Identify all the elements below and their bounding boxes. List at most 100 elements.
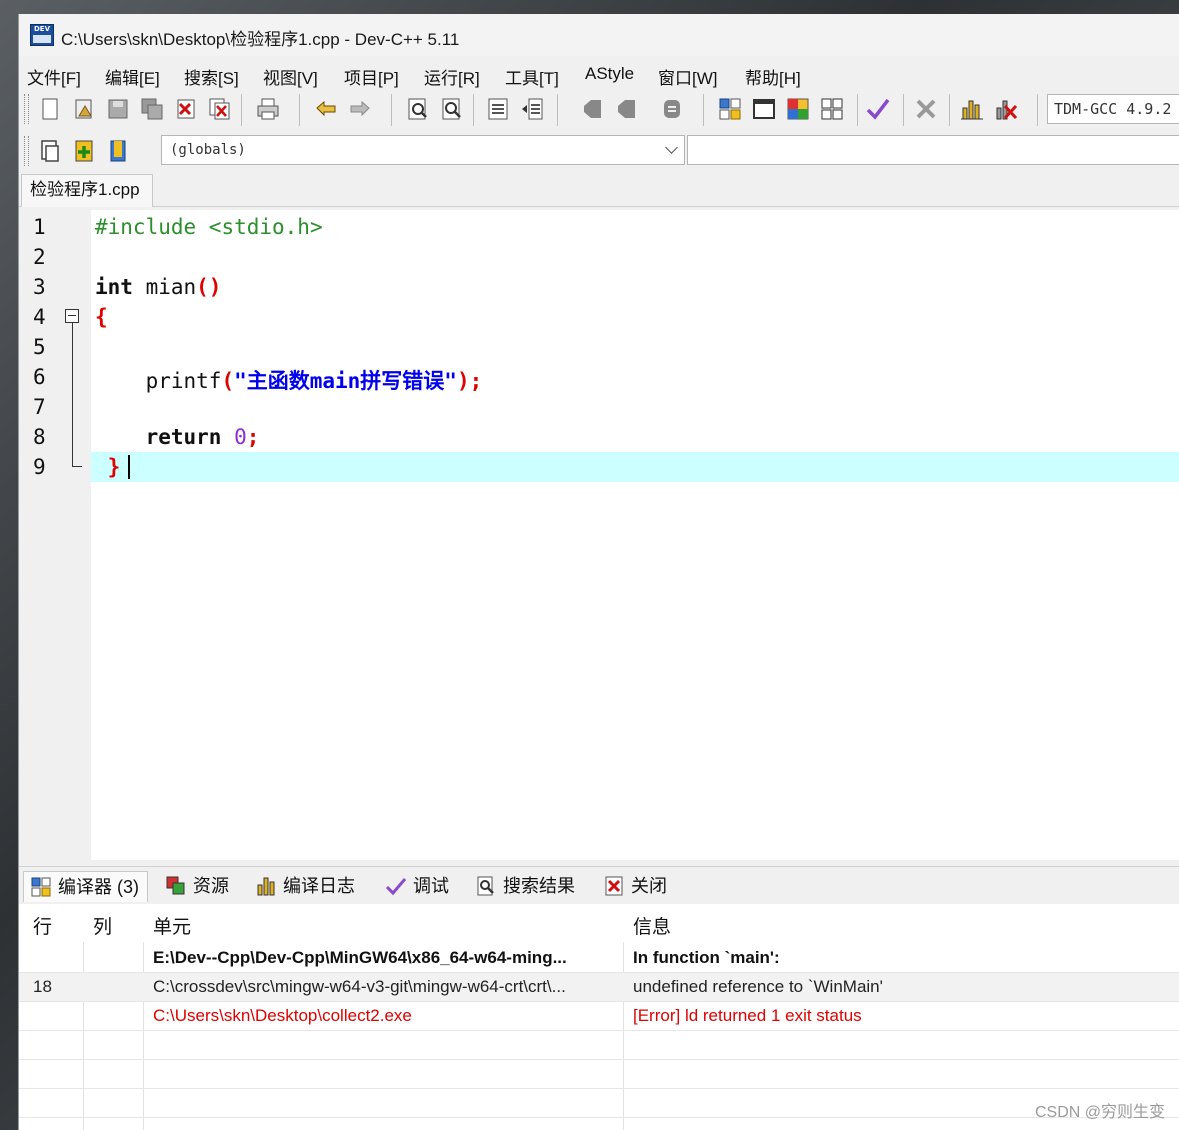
current-line-highlight [91,452,1179,482]
title-bar[interactable]: DEV C:\Users\skn\Desktop\检验程序1.cpp - Dev… [19,14,1179,56]
tab-close-panel[interactable]: 关闭 [603,871,667,901]
toolbar-separator [703,94,704,126]
header-column[interactable]: 列 [93,912,112,939]
menu-astyle[interactable]: AStyle [585,64,634,84]
rebuild-all-icon[interactable] [819,96,845,122]
undo-icon[interactable] [313,96,339,122]
tab-search-results[interactable]: 搜索结果 [475,871,575,901]
text-cursor [128,455,131,479]
menu-run[interactable]: 运行[R] [424,64,480,89]
close-icon [605,876,623,896]
table-row[interactable]: E:\Dev--Cpp\Dev-Cpp\MinGW64\x86_64-w64-m… [19,944,1179,973]
resources-icon [166,876,185,895]
add-to-project-icon[interactable] [71,138,97,164]
toolbar-separator [857,94,858,126]
menu-help[interactable]: 帮助[H] [745,64,801,89]
tab-debug-label: 调试 [413,876,449,896]
file-tab-strip: 检验程序1.cpp [19,172,1179,207]
menu-file[interactable]: 文件[F] [27,64,81,89]
menu-tools[interactable]: 工具[T] [505,64,559,89]
table-row[interactable]: C:\Users\skn\Desktop\collect2.exe [Error… [19,1002,1179,1031]
find-icon[interactable] [405,96,431,122]
tab-compiler[interactable]: 编译器 (3) [23,871,148,902]
function-select[interactable] [687,135,1179,165]
compile-run-icon[interactable] [785,96,811,122]
menu-edit[interactable]: 编辑[E] [105,64,160,89]
tab-resources[interactable]: 资源 [165,871,229,901]
tab-debug[interactable]: 调试 [385,871,449,901]
line-number: 8 [33,425,46,449]
toolbar-grip[interactable] [24,94,29,124]
unindent-icon[interactable] [519,96,545,122]
indent-icon[interactable] [485,96,511,122]
redo-icon[interactable] [347,96,373,122]
code-editor[interactable]: 1 #include <stdio.h> 2 3 int mian() 4 { … [19,210,1179,860]
line-number: 9 [33,455,46,479]
semicolon: ; [246,425,260,449]
row-info: [Error] ld returned 1 exit status [633,1006,862,1025]
open-paren: ( [221,369,235,393]
close-brace: } [107,455,121,479]
menu-search[interactable]: 搜索[S] [184,64,239,89]
header-line[interactable]: 行 [33,912,52,939]
code-line: 1 #include <stdio.h> [19,212,1179,242]
close-paren-semicolon: ); [456,369,483,393]
open-file-icon[interactable] [71,96,97,122]
table-row-empty [19,1031,1179,1060]
toolbar-separator [241,94,242,126]
code-line: 3 int mian() [19,272,1179,302]
bottom-panel-tabs: 编译器 (3) 资源 编译日志 调试 搜索结果 关闭 [19,866,1179,903]
scope-select[interactable]: (globals) [161,135,685,165]
tab-current-file[interactable]: 检验程序1.cpp [21,174,153,207]
row-info: undefined reference to `WinMain' [633,977,883,996]
save-all-icon[interactable] [139,96,165,122]
line-number: 3 [33,275,46,299]
save-icon[interactable] [105,96,131,122]
chevron-down-icon[interactable] [665,141,678,154]
new-project-icon[interactable] [37,138,63,164]
goto-line-icon[interactable] [659,96,685,122]
compiler-select[interactable]: TDM-GCC 4.9.2 64-bit Release [1047,94,1179,124]
close-all-icon[interactable] [207,96,233,122]
return-keyword: return [145,425,222,449]
new-file-icon[interactable] [37,96,63,122]
toggle-bookmark-icon[interactable] [579,96,605,122]
replace-icon[interactable] [439,96,465,122]
compile-icon[interactable] [717,96,743,122]
code-line: 2 [19,242,1179,272]
stop-execution-icon[interactable] [913,96,939,122]
delete-profile-icon[interactable] [993,96,1019,122]
preprocessor-directive: #include [95,215,197,239]
code-line: 6 printf("主函数main拼写错误"); [19,362,1179,393]
code-line: 4 { [19,302,1179,332]
profile-analysis-icon[interactable] [959,96,985,122]
header-info[interactable]: 信息 [633,912,671,939]
goto-bookmark-icon[interactable] [613,96,639,122]
toolbar-grip[interactable] [24,136,29,166]
line-number: 7 [33,395,46,419]
fold-end-marker [72,452,82,467]
code-line: 5 [19,332,1179,362]
tab-compile-log[interactable]: 编译日志 [255,871,355,901]
run-icon[interactable] [751,96,777,122]
tab-resources-label: 资源 [193,876,229,896]
toolbar-separator [391,94,392,126]
line-number: 1 [33,215,46,239]
compiler-results-table: 行 列 单元 信息 E:\Dev--Cpp\Dev-Cpp\MinGW64\x8… [19,904,1179,1130]
header-unit[interactable]: 单元 [153,912,191,939]
parentheses: () [196,275,222,299]
compile-log-icon [257,877,275,896]
tab-close-label: 关闭 [631,876,667,896]
table-row[interactable]: 18 C:\crossdev\src\mingw-w64-v3-git\ming… [19,973,1179,1002]
table-row-empty [19,1089,1179,1118]
print-icon[interactable] [255,96,281,122]
menu-view[interactable]: 视图[V] [263,64,318,89]
menu-window[interactable]: 窗口[W] [658,64,718,89]
close-file-icon[interactable] [173,96,199,122]
line-number: 6 [33,365,46,389]
fold-collapse-icon[interactable] [65,309,79,323]
syntax-check-icon[interactable] [865,96,891,122]
menu-project[interactable]: 项目[P] [344,64,399,89]
row-info: In function `main': [633,948,780,967]
remove-from-project-icon[interactable] [105,138,131,164]
